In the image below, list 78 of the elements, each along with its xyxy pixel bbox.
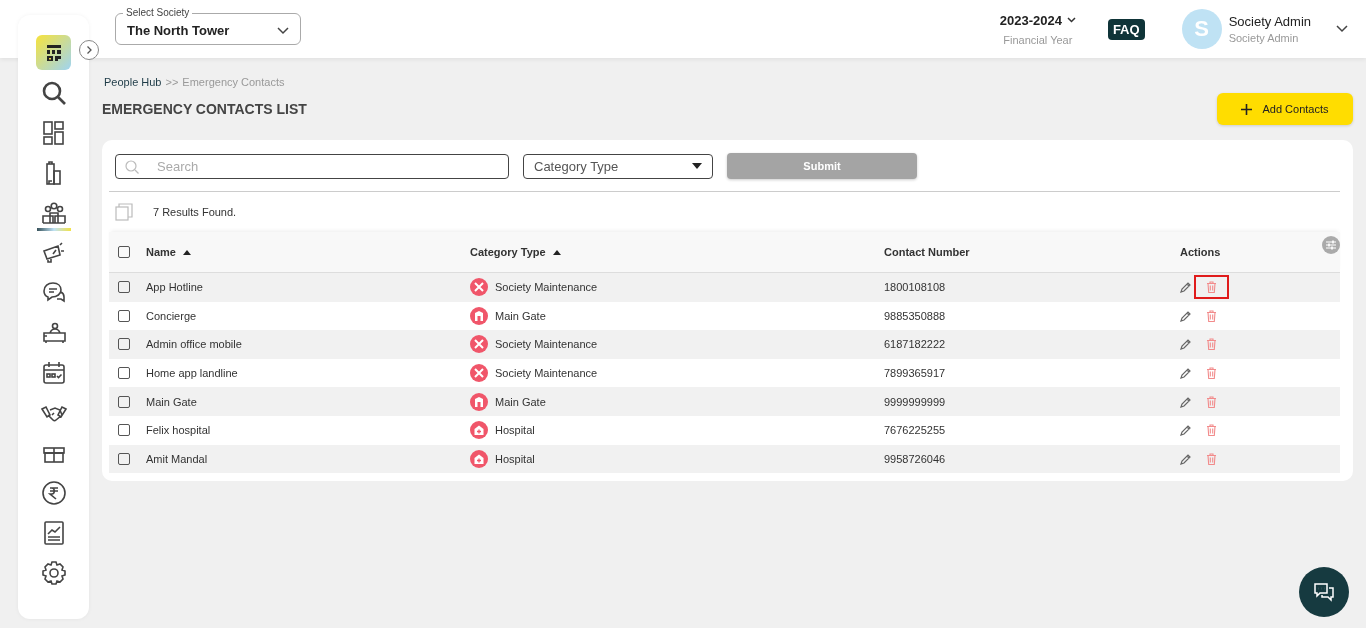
- chevron-down-icon: [277, 26, 289, 35]
- breadcrumb-current: Emergency Contacts: [182, 76, 285, 88]
- society-label: Select Society: [123, 7, 193, 19]
- category-cell: Society Maintenance: [495, 281, 598, 294]
- tools-icon: [470, 278, 488, 297]
- name-cell: Amit Mandal: [146, 452, 208, 465]
- pencil-icon[interactable]: [1180, 424, 1192, 437]
- category-cell: Society Maintenance: [495, 367, 598, 380]
- year-dropdown[interactable]: 2023-2024: [999, 12, 1062, 28]
- chat-button[interactable]: [1299, 567, 1349, 617]
- user-name: Society Admin: [1228, 14, 1311, 29]
- settings-icon: [39, 558, 68, 587]
- category-cell: Main Gate: [495, 395, 546, 408]
- pencil-icon[interactable]: [1180, 395, 1192, 408]
- row-checkbox[interactable]: [118, 309, 130, 322]
- contact-number-cell: 7676225255: [884, 424, 946, 437]
- contact-number-cell: 9958726046: [884, 452, 946, 465]
- chevron-down-icon: [1066, 17, 1076, 23]
- add-contacts-button[interactable]: Add Contacts: [1217, 93, 1353, 125]
- tools-icon: [470, 335, 488, 354]
- pencil-icon[interactable]: [1180, 309, 1192, 322]
- breadcrumb-separator: >>: [165, 76, 179, 88]
- chevron-right-icon: [84, 45, 94, 55]
- caret-down-icon: [692, 163, 702, 169]
- name-cell: Admin office mobile: [146, 338, 242, 351]
- category-dropdown[interactable]: Category Type: [523, 153, 713, 179]
- name-cell: Concierge: [146, 309, 197, 322]
- expand-button[interactable]: [79, 40, 99, 60]
- row-checkbox[interactable]: [118, 452, 130, 465]
- column-header[interactable]: Category Type: [470, 246, 546, 258]
- category-cell: Main Gate: [495, 309, 546, 322]
- contact-number-cell: 9885350888: [884, 309, 946, 322]
- plus-icon: [1241, 103, 1253, 115]
- gate-icon: [470, 306, 488, 325]
- column-header: Actions: [1180, 246, 1221, 258]
- contact-number-cell: 9999999999: [884, 395, 946, 408]
- chat-icon: [1312, 581, 1336, 603]
- search-icon: [125, 159, 139, 174]
- logo[interactable]: [36, 35, 71, 70]
- row-checkbox[interactable]: [118, 338, 130, 351]
- name-cell: Felix hospital: [146, 424, 211, 437]
- name-cell: Home app landline: [146, 367, 238, 380]
- pencil-icon[interactable]: [1180, 452, 1192, 465]
- select-all-checkbox[interactable]: [118, 246, 130, 258]
- breadcrumb-link[interactable]: People Hub: [104, 76, 162, 88]
- contact-number-cell: 7899365917: [884, 367, 946, 380]
- column-header[interactable]: Name: [146, 246, 176, 258]
- category-cell: Hospital: [495, 452, 535, 465]
- rupee-icon: [39, 478, 68, 507]
- faq-button[interactable]: FAQ: [1107, 18, 1145, 40]
- chevron-down-icon[interactable]: [1336, 25, 1348, 33]
- tools-icon: [470, 364, 488, 383]
- name-cell: Main Gate: [146, 395, 197, 408]
- category-cell: Society Maintenance: [495, 338, 598, 351]
- sort-up-icon[interactable]: [552, 249, 561, 255]
- page-title: EMERGENCY CONTACTS LIST: [102, 101, 307, 117]
- year-label: Financial Year: [1003, 33, 1073, 46]
- row-checkbox[interactable]: [118, 367, 130, 380]
- name-cell: App Hotline: [146, 281, 203, 294]
- sliders-icon: [1325, 239, 1337, 251]
- category-cell: Hospital: [495, 424, 535, 437]
- hospital-icon: [470, 421, 488, 440]
- gate-icon: [470, 392, 488, 411]
- copy-icon: [115, 203, 133, 221]
- pencil-icon[interactable]: [1180, 338, 1192, 351]
- contact-number-cell: 1800108108: [884, 281, 946, 294]
- results-count: 7 Results Found.: [153, 206, 237, 218]
- contact-number-cell: 6187182222: [884, 338, 946, 351]
- hospital-icon: [470, 449, 488, 468]
- row-checkbox[interactable]: [118, 281, 130, 294]
- pencil-icon[interactable]: [1180, 281, 1192, 294]
- row-checkbox[interactable]: [118, 395, 130, 408]
- pencil-icon[interactable]: [1180, 367, 1192, 380]
- user-role: Society Admin: [1228, 32, 1300, 44]
- sort-up-icon[interactable]: [182, 249, 191, 255]
- row-checkbox[interactable]: [118, 424, 130, 437]
- column-header: Contact Number: [884, 246, 970, 258]
- search-field[interactable]: Search: [115, 153, 509, 179]
